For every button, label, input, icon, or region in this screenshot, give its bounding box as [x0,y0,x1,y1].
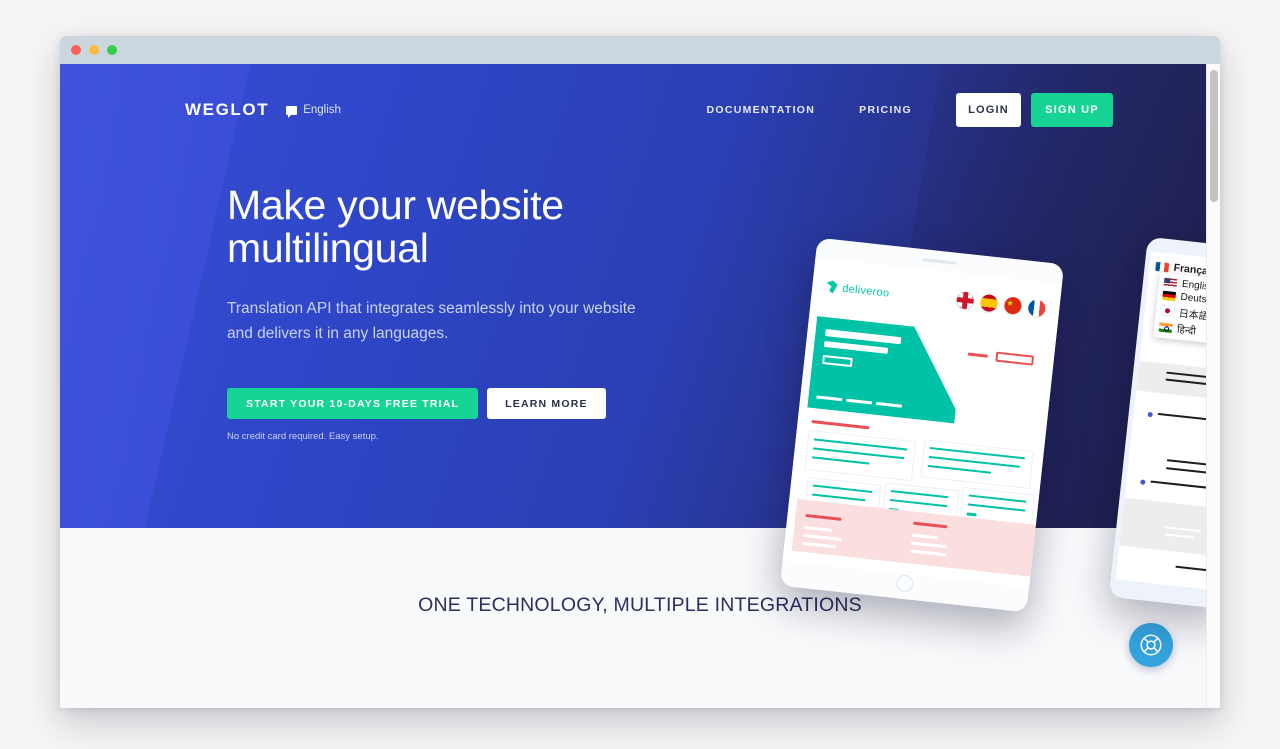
nav-links: DOCUMENTATION PRICING LOGIN SIGN UP [706,93,1113,127]
start-free-trial-button[interactable]: START YOUR 10-DAYS FREE TRIAL [227,388,479,420]
uk-flag-icon[interactable] [955,291,975,310]
integrations-title: ONE TECHNOLOGY, MULTIPLE INTEGRATIONS [418,594,862,616]
china-flag-icon[interactable] [1003,296,1023,315]
japan-flag-icon [1160,305,1175,317]
page-viewport: WEGLOT English DOCUMENTATION PRICING LOG… [60,64,1220,708]
brand-block: WEGLOT English [185,100,341,120]
hero-subtitle-line-2: and delivers it in any languages. [227,325,449,343]
hero-copy: Make your website multilingual Translati… [227,184,747,442]
flag-icon [286,105,298,118]
scrollbar-thumb[interactable] [1210,70,1218,202]
tablet-speaker [922,258,957,265]
tablet-home-button [895,574,915,593]
hero-title-line-1: Make your website [227,182,564,228]
france-flag-icon [1155,261,1170,272]
browser-window: WEGLOT English DOCUMENTATION PRICING LOG… [60,36,1220,708]
maximize-window-button[interactable] [107,45,117,55]
learn-more-button[interactable]: LEARN MORE [487,388,606,420]
nav-link-pricing[interactable]: PRICING [859,104,912,116]
weglot-logo[interactable]: WEGLOT [185,100,269,120]
hero-title: Make your website multilingual [227,184,747,269]
tablet-red-outline [995,351,1035,366]
cta-note: No credit card required. Easy setup. [227,431,379,443]
lifebuoy-icon [1140,634,1162,656]
login-button[interactable]: LOGIN [956,93,1021,127]
close-window-button[interactable] [71,45,81,55]
deliveroo-wordmark: deliveroo [841,282,891,300]
language-switcher-label: English [303,104,341,116]
tablet-flag-row [955,291,1047,318]
dropdown-option-label: हिन्दी [1176,324,1197,338]
india-flag-icon [1158,322,1173,333]
top-navigation: WEGLOT English DOCUMENTATION PRICING LOG… [60,64,1220,156]
hero-subtitle-line-1: Translation API that integrates seamless… [227,300,636,318]
france-flag-icon[interactable] [1027,298,1047,318]
hero-subtitle: Translation API that integrates seamless… [227,296,747,346]
support-button[interactable] [1129,623,1173,667]
spain-flag-icon[interactable] [979,293,999,313]
us-flag-icon [1163,277,1178,289]
tablet-red-accent [811,420,870,430]
phone-bullet-dot [1147,411,1153,418]
browser-titlebar [60,36,1220,64]
tablet-screen: deliveroo [782,257,1063,588]
dropdown-option-label: 日本語 [1178,308,1210,323]
germany-flag-icon [1162,290,1177,302]
nav-link-documentation[interactable]: DOCUMENTATION [706,104,815,116]
deliveroo-brand: deliveroo [826,280,890,300]
integrations-section: ONE TECHNOLOGY, MULTIPLE INTEGRATIONS [60,528,1220,708]
page-scrollbar[interactable] [1206,64,1220,708]
hero-title-line-2: multilingual [227,224,429,271]
tablet-card [804,429,917,482]
signup-button[interactable]: SIGN UP [1031,93,1113,127]
language-switcher[interactable]: English [286,104,341,118]
tablet-red-accent [967,352,988,358]
deliveroo-kite-icon [826,280,838,294]
tablet-mockup: deliveroo [779,237,1065,613]
minimize-window-button[interactable] [89,45,99,55]
phone-line [1165,467,1210,474]
hero-cta-row: START YOUR 10-DAYS FREE TRIAL LEARN MORE [227,388,747,420]
phone-bullet-dot [1140,479,1146,485]
